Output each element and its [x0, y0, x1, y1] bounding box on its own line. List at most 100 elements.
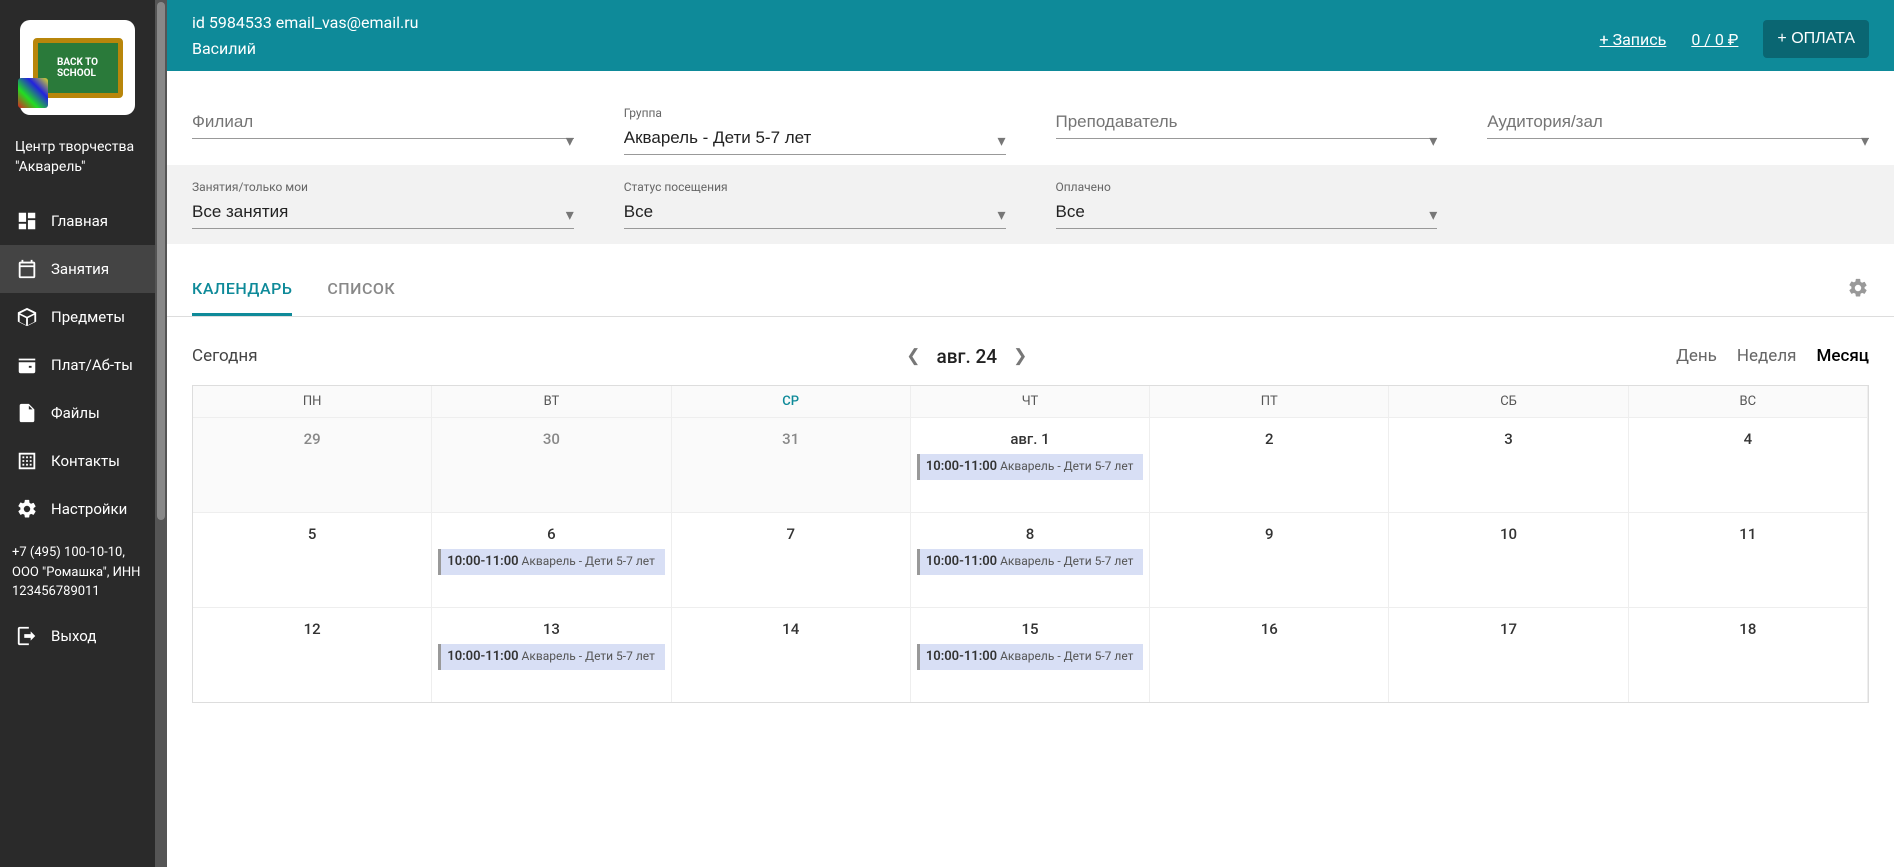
sidebar-item-4[interactable]: Файлы [0, 389, 155, 437]
calendar-cell[interactable]: 7 [672, 513, 911, 607]
logout-button[interactable]: Выход [0, 612, 155, 660]
sidebar-item-label: Плат/Аб-ты [51, 356, 133, 374]
wallet-icon [15, 353, 39, 377]
teacher-select[interactable] [1056, 106, 1438, 139]
calendar-cell[interactable]: 1310:00-11:00 Акварель - Дети 5-7 лет [432, 608, 671, 702]
file-icon [15, 401, 39, 425]
calendar-icon [15, 257, 39, 281]
calendar-event[interactable]: 10:00-11:00 Акварель - Дети 5-7 лет [917, 644, 1143, 670]
sidebar-item-0[interactable]: Главная [0, 197, 155, 245]
weekday-header: ВТ [432, 386, 671, 417]
sidebar-item-label: Предметы [51, 308, 125, 326]
calendar-cell[interactable]: 11 [1629, 513, 1868, 607]
calendar-cell[interactable]: 10 [1389, 513, 1628, 607]
cell-date: 6 [438, 525, 664, 543]
status-select[interactable] [624, 196, 1006, 229]
lessons-label: Занятия/только мои [192, 180, 574, 194]
logo: BACK TOSCHOOL [20, 20, 135, 115]
sidebar-scrollbar[interactable] [155, 0, 167, 867]
calendar-cell[interactable]: 5 [193, 513, 432, 607]
calendar-cell[interactable]: 8 10:00-11:00 Акварель - Дети 5-7 лет [911, 513, 1150, 607]
weekday-header: ПТ [1150, 386, 1389, 417]
cell-date: 5 [199, 525, 425, 543]
add-record-link[interactable]: + Запись [1600, 30, 1667, 49]
cell-date: 2 [1156, 430, 1382, 448]
dashboard-icon [15, 209, 39, 233]
calendar-event[interactable]: 10:00-11:00 Акварель - Дети 5-7 лет [917, 454, 1143, 480]
calendar-cell[interactable]: 2 [1150, 418, 1389, 512]
calendar-event[interactable]: 10:00-11:00 Акварель - Дети 5-7 лет [438, 644, 664, 670]
lessons-select[interactable] [192, 196, 574, 229]
branch-select[interactable] [192, 106, 574, 139]
cell-date: 17 [1395, 620, 1621, 638]
cell-date: авг. 1 [917, 430, 1143, 448]
calendar-cell[interactable]: авг. 1 10:00-11:00 Акварель - Дети 5-7 ле… [911, 418, 1150, 512]
calendar-cell[interactable]: 9 [1150, 513, 1389, 607]
weekday-header: СБ [1389, 386, 1628, 417]
calendar-event[interactable]: 10:00-11:00 Акварель - Дети 5-7 лет [917, 549, 1143, 575]
current-month: авг. 24 [937, 345, 998, 368]
sidebar-item-2[interactable]: Предметы [0, 293, 155, 341]
balance-link[interactable]: 0 / 0 ₽ [1691, 30, 1738, 49]
weekday-header: ВС [1629, 386, 1868, 417]
calendar-cell[interactable]: 3 [1389, 418, 1628, 512]
sidebar: BACK TOSCHOOL Центр творчества "Акварель… [0, 0, 155, 867]
paid-select[interactable] [1056, 196, 1438, 229]
calendar-cell[interactable]: 18 [1629, 608, 1868, 702]
cell-date: 7 [678, 525, 904, 543]
tab-list[interactable]: СПИСОК [327, 264, 395, 316]
prev-month-button[interactable]: ❮ [902, 342, 924, 370]
cell-date: 4 [1635, 430, 1861, 448]
calendar-cell[interactable]: 14 [672, 608, 911, 702]
sidebar-item-1[interactable]: Занятия [0, 245, 155, 293]
cell-date: 3 [1395, 430, 1621, 448]
status-label: Статус посещения [624, 180, 1006, 194]
calendar-cell[interactable]: 30 [432, 418, 671, 512]
cell-date: 15 [917, 620, 1143, 638]
weekday-header: ПН [193, 386, 432, 417]
view-month[interactable]: Месяц [1816, 346, 1869, 366]
user-id-line: id 5984533 email_vas@email.ru [192, 10, 418, 36]
group-select[interactable] [624, 122, 1006, 155]
gear-icon [15, 497, 39, 521]
sidebar-item-5[interactable]: Контакты [0, 437, 155, 485]
calendar-cell[interactable]: 16 [1150, 608, 1389, 702]
weekday-header: ЧТ [911, 386, 1150, 417]
calendar-cell[interactable]: 6 10:00-11:00 Акварель - Дети 5-7 лет [432, 513, 671, 607]
topbar: id 5984533 email_vas@email.ru Василий + … [167, 0, 1894, 71]
calendar-event[interactable]: 10:00-11:00 Акварель - Дети 5-7 лет [438, 549, 664, 575]
sidebar-item-label: Файлы [51, 404, 100, 422]
calendar-cell[interactable]: 31 [672, 418, 911, 512]
logout-icon [15, 624, 39, 648]
next-month-button[interactable]: ❯ [1009, 342, 1031, 370]
calendar-cell[interactable]: 15 10:00-11:00 Акварель - Дети 5-7 лет [911, 608, 1150, 702]
view-day[interactable]: День [1676, 346, 1717, 366]
cell-date: 31 [678, 430, 904, 448]
cell-date: 8 [917, 525, 1143, 543]
sidebar-item-6[interactable]: Настройки [0, 485, 155, 533]
pay-button[interactable]: + ОПЛАТА [1763, 20, 1869, 58]
room-select[interactable] [1487, 106, 1869, 139]
calendar-cell[interactable]: 4 [1629, 418, 1868, 512]
sidebar-item-label: Контакты [51, 452, 120, 470]
cell-date: 18 [1635, 620, 1861, 638]
today-button[interactable]: Сегодня [192, 346, 258, 366]
tab-calendar[interactable]: КАЛЕНДАРЬ [192, 264, 292, 316]
org-name: Центр творчества "Акварель" [0, 130, 155, 197]
calendar-cell[interactable]: 17 [1389, 608, 1628, 702]
cell-date: 29 [199, 430, 425, 448]
settings-button[interactable] [1847, 277, 1869, 303]
sidebar-item-label: Главная [51, 212, 108, 230]
calendar-cell[interactable]: 12 [193, 608, 432, 702]
user-name: Василий [192, 36, 418, 62]
paid-label: Оплачено [1056, 180, 1438, 194]
cell-date: 16 [1156, 620, 1382, 638]
view-week[interactable]: Неделя [1737, 346, 1797, 366]
cell-date: 11 [1635, 525, 1861, 543]
calendar-cell[interactable]: 29 [193, 418, 432, 512]
sidebar-item-label: Настройки [51, 500, 127, 518]
cube-icon [15, 305, 39, 329]
gear-icon [1847, 277, 1869, 299]
sidebar-item-3[interactable]: Плат/Аб-ты [0, 341, 155, 389]
weekday-header: СР [672, 386, 911, 417]
